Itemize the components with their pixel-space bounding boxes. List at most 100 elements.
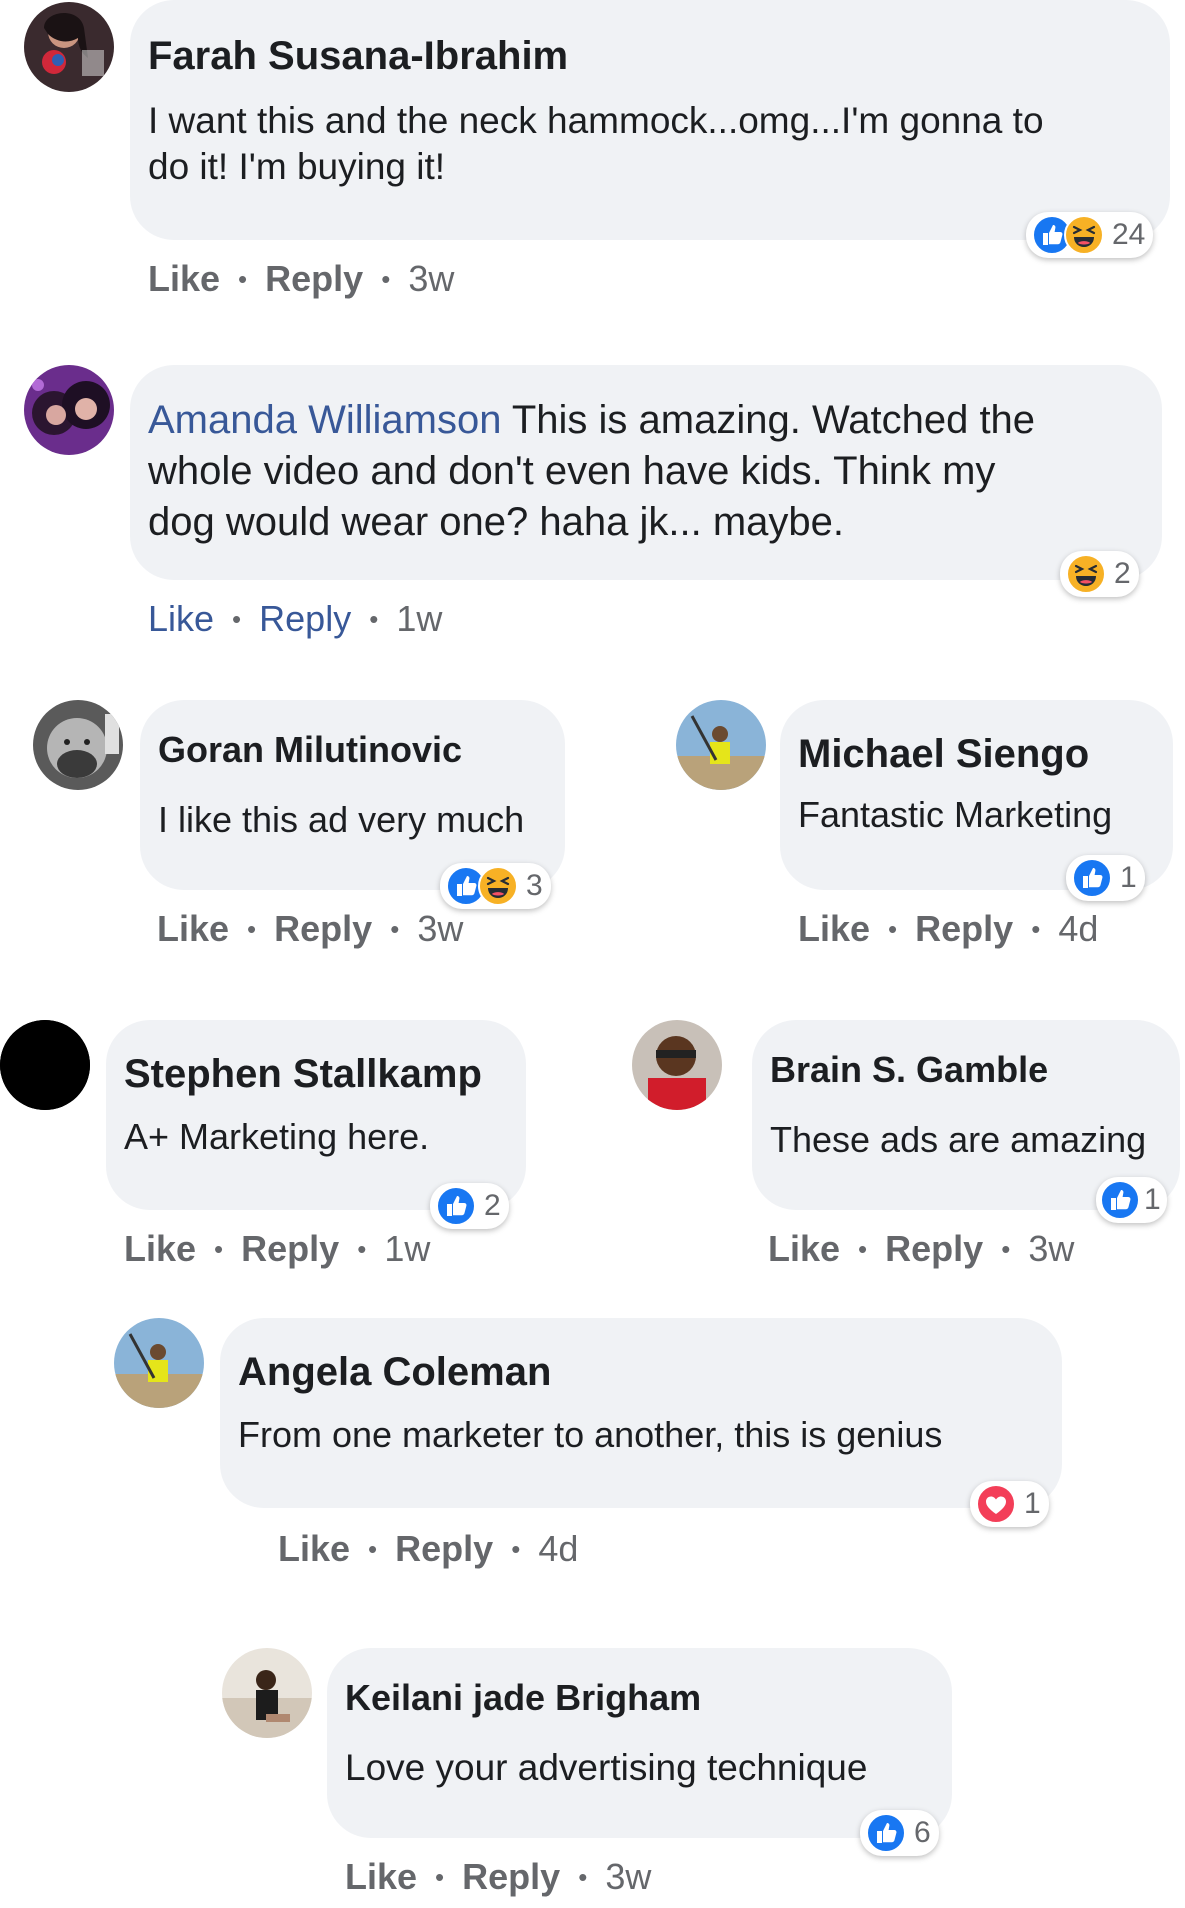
reply-button[interactable]: Reply [395,1528,493,1570]
avatar[interactable] [0,1020,90,1110]
like-icon [1072,858,1112,898]
comment-bubble: Goran Milutinovic I like this ad very mu… [140,700,565,890]
profile-photo-icon [676,700,766,790]
like-button[interactable]: Like [768,1228,840,1270]
reply-button[interactable]: Reply [274,908,372,950]
comment-angela: Angela Coleman From one marketer to anot… [0,1318,1185,1598]
haha-icon [1066,554,1106,594]
comment-time[interactable]: 4d [538,1528,578,1570]
comment-brain: Brain S. Gamble These ads are amazing 1 … [630,1020,1185,1280]
comment-bubble: Stephen Stallkamp A+ Marketing here. [106,1020,526,1210]
separator: • [238,263,248,294]
comment-time[interactable]: 1w [384,1228,430,1270]
profile-photo-icon [632,1020,722,1110]
like-icon [436,1186,476,1226]
commenter-name[interactable]: Michael Siengo [798,728,1155,780]
reactions-summary[interactable]: 24 [1026,212,1154,258]
comment-time[interactable]: 3w [1028,1228,1074,1270]
comment-text: Amanda Williamson This is amazing. Watch… [148,395,1144,446]
haha-icon [478,866,518,906]
like-button[interactable]: Like [148,598,214,640]
commenter-name[interactable]: Keilani jade Brigham [345,1673,934,1723]
profile-photo-icon [24,365,114,455]
separator: • [247,913,257,944]
comment-farah: Farah Susana-Ibrahim I want this and the… [0,0,1185,300]
avatar[interactable] [33,700,123,790]
commenter-name[interactable]: Angela Coleman [238,1346,1044,1398]
comment-text: whole video and don't even have kids. Th… [148,449,996,493]
comment-bubble: Keilani jade Brigham Love your advertisi… [327,1648,952,1838]
comment-actions: Like • Reply • 3w [148,258,454,300]
commenter-name[interactable]: Farah Susana-Ibrahim [148,28,1152,84]
comment-time[interactable]: 3w [605,1856,651,1898]
reply-button[interactable]: Reply [885,1228,983,1270]
commenter-name[interactable]: Amanda Williamson [148,398,501,442]
comment-text: Fantastic Marketing [798,794,1113,835]
comment-text: I want this and the neck hammock...omg..… [148,100,1044,141]
separator: • [381,263,391,294]
comment-time[interactable]: 3w [408,258,454,300]
comment-text: I like this ad very much [158,799,525,840]
reply-button[interactable]: Reply [259,598,351,640]
comment-time[interactable]: 4d [1058,908,1098,950]
separator: • [578,1861,588,1892]
reactions-summary[interactable]: 1 [1096,1177,1167,1223]
avatar[interactable] [114,1318,204,1408]
reaction-count: 1 [1024,1487,1041,1520]
separator: • [214,1233,224,1264]
like-button[interactable]: Like [278,1528,350,1570]
like-button[interactable]: Like [345,1856,417,1898]
comment-time[interactable]: 3w [417,908,463,950]
love-icon [976,1484,1016,1524]
reply-button[interactable]: Reply [265,258,363,300]
reactions-summary[interactable]: 1 [970,1481,1049,1527]
separator: • [390,913,400,944]
reaction-count: 2 [1114,557,1131,590]
comment-amanda: Amanda Williamson This is amazing. Watch… [0,365,1185,665]
comment-keilani: Keilani jade Brigham Love your advertisi… [0,1648,1185,1908]
avatar[interactable] [632,1020,722,1110]
reactions-summary[interactable]: 2 [430,1183,509,1229]
comment-time[interactable]: 1w [396,598,442,640]
separator: • [232,603,242,634]
reaction-count: 3 [526,869,543,902]
like-button[interactable]: Like [148,258,220,300]
avatar[interactable] [24,2,114,92]
reactions-summary[interactable]: 3 [440,863,551,909]
separator: • [1001,1233,1011,1264]
reply-button[interactable]: Reply [462,1856,560,1898]
commenter-name[interactable]: Stephen Stallkamp [124,1048,508,1100]
profile-photo-icon [222,1648,312,1738]
separator: • [858,1233,868,1264]
reaction-count: 1 [1120,861,1137,894]
profile-photo-icon [33,700,123,790]
avatar[interactable] [24,365,114,455]
reaction-count: 6 [914,1816,931,1849]
like-button[interactable]: Like [124,1228,196,1270]
comment-actions: Like • Reply • 1w [148,598,442,640]
reply-button[interactable]: Reply [241,1228,339,1270]
comment-text: A+ Marketing here. [124,1116,430,1157]
comment-actions: Like • Reply • 3w [345,1856,651,1898]
reactions-summary[interactable]: 1 [1066,855,1145,901]
like-button[interactable]: Like [798,908,870,950]
avatar[interactable] [222,1648,312,1738]
avatar[interactable] [676,700,766,790]
comment-actions: Like • Reply • 4d [798,908,1098,950]
commenter-name[interactable]: Goran Milutinovic [158,725,547,775]
profile-photo-icon [24,2,114,92]
reaction-count: 2 [484,1189,501,1222]
like-button[interactable]: Like [157,908,229,950]
reply-button[interactable]: Reply [915,908,1013,950]
comment-text-line: This is amazing. Watched the [511,398,1036,442]
comment-text: do it! I'm buying it! [148,146,446,187]
separator: • [368,1533,378,1564]
comment-actions: Like • Reply • 1w [124,1228,430,1270]
commenter-name[interactable]: Brain S. Gamble [770,1045,1162,1095]
comment-goran: Goran Milutinovic I like this ad very mu… [0,700,590,960]
separator: • [511,1533,521,1564]
reactions-summary[interactable]: 6 [860,1810,939,1856]
reactions-summary[interactable]: 2 [1060,551,1139,597]
comment-actions: Like • Reply • 4d [278,1528,578,1570]
profile-photo-icon [0,1020,90,1110]
